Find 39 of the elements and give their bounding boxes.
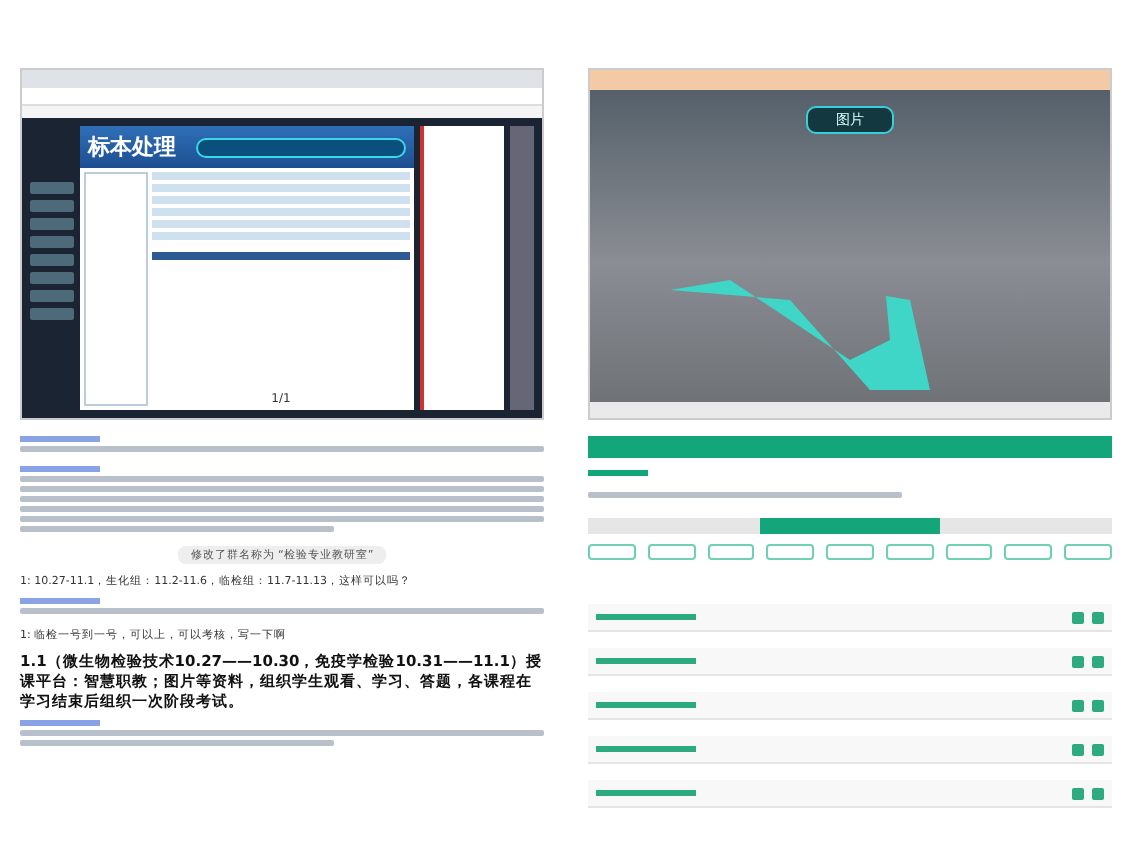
blurred-text-drawing — [596, 658, 696, 664]
form-field[interactable] — [152, 196, 410, 204]
form-field[interactable] — [152, 208, 410, 216]
form-field[interactable] — [152, 184, 410, 192]
form-field[interactable] — [152, 172, 410, 180]
step-button[interactable] — [1004, 544, 1053, 560]
step-button[interactable] — [766, 544, 815, 560]
list-row[interactable] — [588, 736, 1112, 764]
sidebar-item[interactable] — [30, 254, 74, 266]
sidebar-item[interactable] — [30, 218, 74, 230]
sidebar-item[interactable] — [30, 200, 74, 212]
blurred-text-drawing — [596, 614, 696, 620]
list-row[interactable] — [588, 604, 1112, 632]
list-row[interactable] — [588, 692, 1112, 720]
blurred-text-drawing — [596, 790, 696, 796]
step-button[interactable] — [885, 544, 934, 560]
sidebar-item[interactable] — [30, 308, 74, 320]
step-button[interactable] — [826, 544, 874, 560]
timestamp-drawing — [20, 466, 100, 472]
timestamp-drawing — [20, 720, 100, 727]
sidebar-item[interactable] — [30, 236, 74, 248]
sidebar-item[interactable] — [30, 272, 74, 284]
list-row[interactable] — [588, 648, 1112, 676]
sidebar-item[interactable] — [30, 290, 74, 302]
step-button[interactable] — [945, 544, 993, 560]
list-row[interactable] — [588, 780, 1112, 808]
blurred-text-drawing — [596, 702, 696, 708]
timestamp-drawing — [20, 598, 100, 604]
timestamp-drawing — [20, 436, 100, 442]
breadcrumb-drawing — [588, 470, 648, 476]
app-title: 标本处理 — [88, 132, 176, 162]
form-field[interactable] — [152, 220, 410, 228]
step-button[interactable] — [647, 544, 696, 560]
step-button[interactable] — [1064, 544, 1113, 560]
step-button[interactable] — [707, 544, 755, 560]
step-button[interactable] — [588, 544, 636, 560]
form-field[interactable] — [152, 232, 410, 240]
blurred-text-drawing — [596, 746, 696, 752]
sidebar-item[interactable] — [30, 182, 74, 194]
